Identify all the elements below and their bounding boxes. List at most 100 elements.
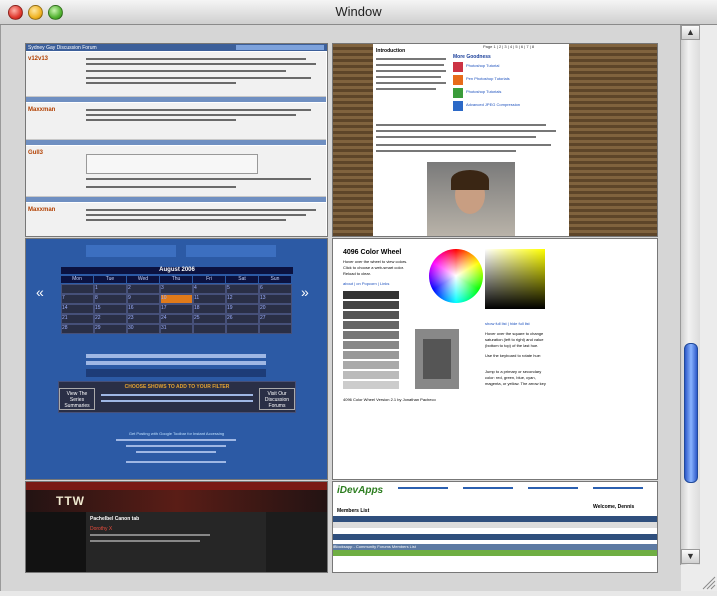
filter-box: CHOOSE SHOWS TO ADD TO YOUR FILTER View … bbox=[58, 381, 296, 413]
color-swatch[interactable] bbox=[343, 331, 399, 339]
vertical-scrollbar[interactable]: ▲ ▼ bbox=[680, 25, 700, 565]
author-name: Dorothy X bbox=[90, 526, 113, 532]
calendar-day-cell[interactable]: 30 bbox=[127, 324, 160, 334]
color-swatch[interactable] bbox=[343, 351, 399, 359]
calendar-day-cell[interactable]: 22 bbox=[94, 314, 127, 324]
page-title: 4096 Color Wheel bbox=[343, 249, 402, 256]
color-swatch[interactable] bbox=[343, 301, 399, 309]
pagination[interactable]: Page 1 | 2 | 3 | 4 | 5 | 6 | 7 | 8 bbox=[483, 44, 534, 49]
site-banner: TTW bbox=[26, 490, 327, 512]
calendar-day-cell[interactable] bbox=[226, 324, 259, 334]
calendar-day-cell[interactable]: 27 bbox=[259, 314, 292, 324]
thumbnail-tutorial-page[interactable]: Page 1 | 2 | 3 | 4 | 5 | 6 | 7 | 8 Intro… bbox=[332, 43, 658, 237]
forum-post: Maxxman bbox=[26, 103, 326, 140]
post-divider bbox=[26, 97, 326, 102]
calendar-day-cell[interactable]: 10 bbox=[160, 294, 193, 304]
page-subtitle: Members List bbox=[337, 508, 370, 514]
thumbnail-calendar-page[interactable]: August 2006 « » Mon Tue Wed Thu Fri Sat Sun 1 2 3… bbox=[25, 238, 328, 480]
color-swatch[interactable] bbox=[343, 341, 399, 349]
prev-month-button[interactable]: « bbox=[36, 284, 44, 300]
calendar-day-cell[interactable]: 25 bbox=[193, 314, 226, 324]
calendar-day-cell[interactable]: 18 bbox=[193, 304, 226, 314]
calendar-day-cell[interactable] bbox=[193, 324, 226, 334]
calendar-day-cell[interactable]: 17 bbox=[160, 304, 193, 314]
calendar-day-cell[interactable]: 6 bbox=[259, 284, 292, 294]
thumbnail-guitar-tab-page[interactable]: TTW Pachelbel Canon tab Dorothy X bbox=[25, 481, 328, 573]
discussion-forums-button[interactable]: Visit Our Discussion Forums bbox=[259, 388, 295, 410]
color-swatch[interactable] bbox=[343, 321, 399, 329]
calendar-day-cell[interactable]: 11 bbox=[193, 294, 226, 304]
color-swatch[interactable] bbox=[343, 291, 399, 299]
calendar-day-cell[interactable]: 1 bbox=[94, 284, 127, 294]
calendar-day-cell[interactable]: 16 bbox=[127, 304, 160, 314]
calendar-day-cell[interactable]: 8 bbox=[94, 294, 127, 304]
post-username: v12v13 bbox=[28, 56, 49, 62]
thumbnail-members-list-page[interactable]: iDevApps Members List Welcome, Dennis iB… bbox=[332, 481, 658, 573]
calendar-day-cell[interactable]: 4 bbox=[193, 284, 226, 294]
calendar-day-cell[interactable]: 29 bbox=[94, 324, 127, 334]
alphabet-bar[interactable] bbox=[333, 534, 657, 540]
calendar-day-cell[interactable]: 5 bbox=[226, 284, 259, 294]
calendar-day-cell[interactable] bbox=[61, 284, 94, 294]
sidebar-link[interactable]: Advanced JPEG Compression bbox=[466, 102, 520, 107]
toolbar-link[interactable]: Get Posting with Google Toolbar for Inst… bbox=[26, 431, 327, 436]
article-thumbnail-icon bbox=[453, 101, 463, 111]
series-summaries-button[interactable]: View The Series Summaries bbox=[59, 388, 95, 410]
thumbnail-grid: Sydney Gay Discussion Forum v12v13 Maxxm… bbox=[0, 25, 681, 591]
color-swatch[interactable] bbox=[343, 311, 399, 319]
sidebar-title: More Goodness bbox=[453, 54, 491, 60]
calendar-day-cell[interactable] bbox=[259, 324, 292, 334]
calendar-day-cell[interactable]: 26 bbox=[226, 314, 259, 324]
calendar-day-cell[interactable]: 28 bbox=[61, 324, 94, 334]
title-bar[interactable]: Window bbox=[0, 0, 717, 25]
color-swatch[interactable] bbox=[343, 381, 399, 389]
color-wheel[interactable] bbox=[429, 249, 483, 303]
app-window: Window Sydney Gay Discussion Forum v12v1… bbox=[0, 0, 717, 591]
calendar-day-header: Wed bbox=[127, 276, 159, 283]
calendar-day-cell[interactable]: 24 bbox=[160, 314, 193, 324]
calendar-day-cell[interactable]: 13 bbox=[259, 294, 292, 304]
resize-grip[interactable] bbox=[699, 572, 717, 591]
calendar-day-cell[interactable]: 14 bbox=[61, 304, 94, 314]
calendar-day-cell[interactable]: 3 bbox=[160, 284, 193, 294]
forum-post: Maxxman bbox=[26, 203, 326, 236]
sidebar-link[interactable]: Photoshop Tutorials bbox=[466, 89, 501, 94]
scroll-up-button[interactable]: ▲ bbox=[681, 25, 700, 40]
thumbnail-forum-page[interactable]: Sydney Gay Discussion Forum v12v13 Maxxm… bbox=[25, 43, 328, 237]
calendar-day-cell[interactable]: 31 bbox=[160, 324, 193, 334]
calendar-day-cell[interactable]: 23 bbox=[127, 314, 160, 324]
color-swatch[interactable] bbox=[343, 361, 399, 369]
post-username: Maxxman bbox=[28, 207, 56, 213]
scrollbar-thumb[interactable] bbox=[684, 343, 698, 483]
calendar-day-cell[interactable]: 9 bbox=[127, 294, 160, 304]
calendar-day-cell[interactable]: 20 bbox=[259, 304, 292, 314]
page-links[interactable]: about | on Popcorn | Links bbox=[343, 281, 389, 286]
site-logo: TTW bbox=[56, 494, 85, 508]
scroll-down-button[interactable]: ▼ bbox=[681, 549, 700, 564]
welcome-text: Welcome, Dennis bbox=[593, 504, 635, 510]
article-thumbnail-icon bbox=[453, 88, 463, 98]
post-username: Gull3 bbox=[28, 150, 44, 156]
toggle-links[interactable]: show full list | hide full list bbox=[485, 321, 530, 326]
post-divider bbox=[26, 197, 326, 202]
calendar-day-cell[interactable]: 12 bbox=[226, 294, 259, 304]
forum-post: v12v13 bbox=[26, 52, 326, 97]
sidebar-link[interactable]: Pen Photoshop Tutorials bbox=[466, 76, 510, 81]
calendar-day-cell[interactable]: 7 bbox=[61, 294, 94, 304]
header-links bbox=[398, 485, 648, 499]
calendar-day-header: Tue bbox=[94, 276, 126, 283]
calendar-day-cell[interactable]: 19 bbox=[226, 304, 259, 314]
calendar-day-cell[interactable]: 2 bbox=[127, 284, 160, 294]
tutorial-page: Page 1 | 2 | 3 | 4 | 5 | 6 | 7 | 8 Intro… bbox=[373, 44, 569, 236]
color-swatch[interactable] bbox=[343, 371, 399, 379]
thumbnail-color-wheel-page[interactable]: 4096 Color Wheel Hover over the wheel to… bbox=[332, 238, 658, 480]
calendar-day-cell[interactable]: 21 bbox=[61, 314, 94, 324]
tab-title: Pachelbel Canon tab bbox=[90, 516, 140, 522]
left-sidebar bbox=[26, 512, 86, 572]
calendar-day-header: Fri bbox=[193, 276, 225, 283]
sidebar-link[interactable]: Photoshop Tutorial bbox=[466, 63, 499, 68]
nav-bar bbox=[26, 482, 327, 490]
saturation-value-square[interactable] bbox=[485, 249, 545, 309]
next-month-button[interactable]: » bbox=[301, 284, 309, 300]
calendar-day-cell[interactable]: 15 bbox=[94, 304, 127, 314]
